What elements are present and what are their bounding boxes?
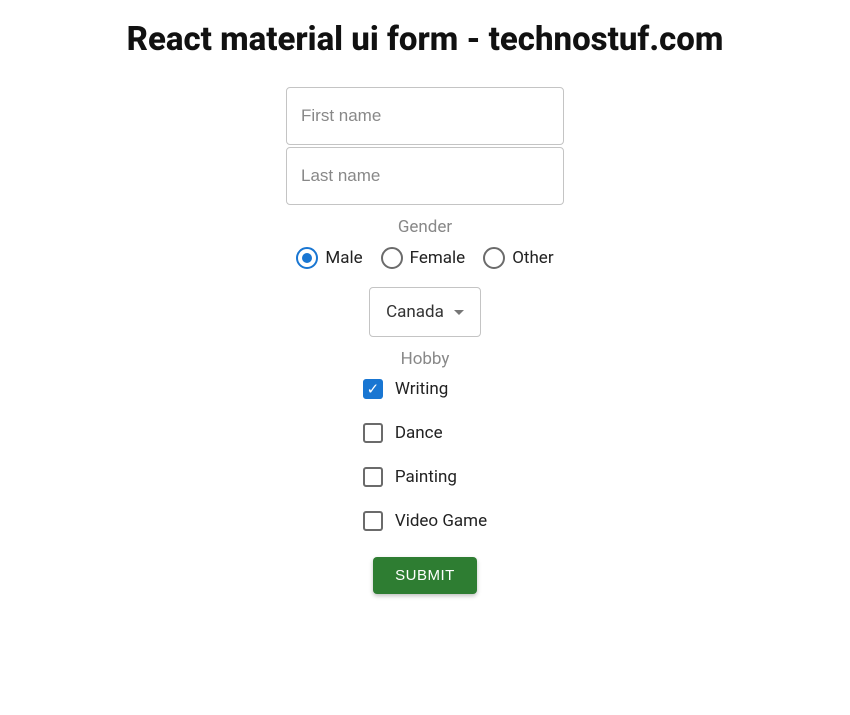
page-title: React material ui form - technostuf.com [0, 20, 850, 59]
radio-unselected-icon [381, 247, 403, 269]
radio-female[interactable]: Female [381, 247, 466, 269]
checkbox-painting[interactable]: Painting [363, 467, 487, 487]
radio-label: Other [512, 248, 553, 268]
checkbox-label: Writing [395, 379, 448, 399]
radio-label: Male [325, 248, 362, 268]
checkbox-label: Painting [395, 467, 457, 487]
radio-male[interactable]: Male [296, 247, 362, 269]
hobby-checkbox-group: ✓ Writing Dance Painting Video Game [363, 379, 487, 531]
checkbox-label: Dance [395, 423, 443, 443]
country-selected-value: Canada [386, 302, 444, 322]
form-container: Gender Male Female Other Canada Hobby ✓ … [0, 87, 850, 594]
checkbox-video-game[interactable]: Video Game [363, 511, 487, 531]
radio-label: Female [410, 248, 466, 268]
last-name-input[interactable] [286, 147, 564, 205]
checkbox-checked-icon: ✓ [363, 379, 383, 399]
checkbox-dance[interactable]: Dance [363, 423, 487, 443]
gender-label: Gender [398, 217, 452, 237]
radio-other[interactable]: Other [483, 247, 553, 269]
checkbox-unchecked-icon [363, 467, 383, 487]
radio-unselected-icon [483, 247, 505, 269]
first-name-input[interactable] [286, 87, 564, 145]
checkbox-unchecked-icon [363, 423, 383, 443]
country-select[interactable]: Canada [369, 287, 481, 337]
hobby-label: Hobby [401, 349, 450, 369]
chevron-down-icon [454, 310, 464, 315]
submit-button[interactable]: SUBMIT [373, 557, 477, 594]
gender-radio-group: Male Female Other [296, 247, 553, 269]
checkbox-label: Video Game [395, 511, 487, 531]
radio-selected-icon [296, 247, 318, 269]
checkbox-unchecked-icon [363, 511, 383, 531]
checkbox-writing[interactable]: ✓ Writing [363, 379, 487, 399]
